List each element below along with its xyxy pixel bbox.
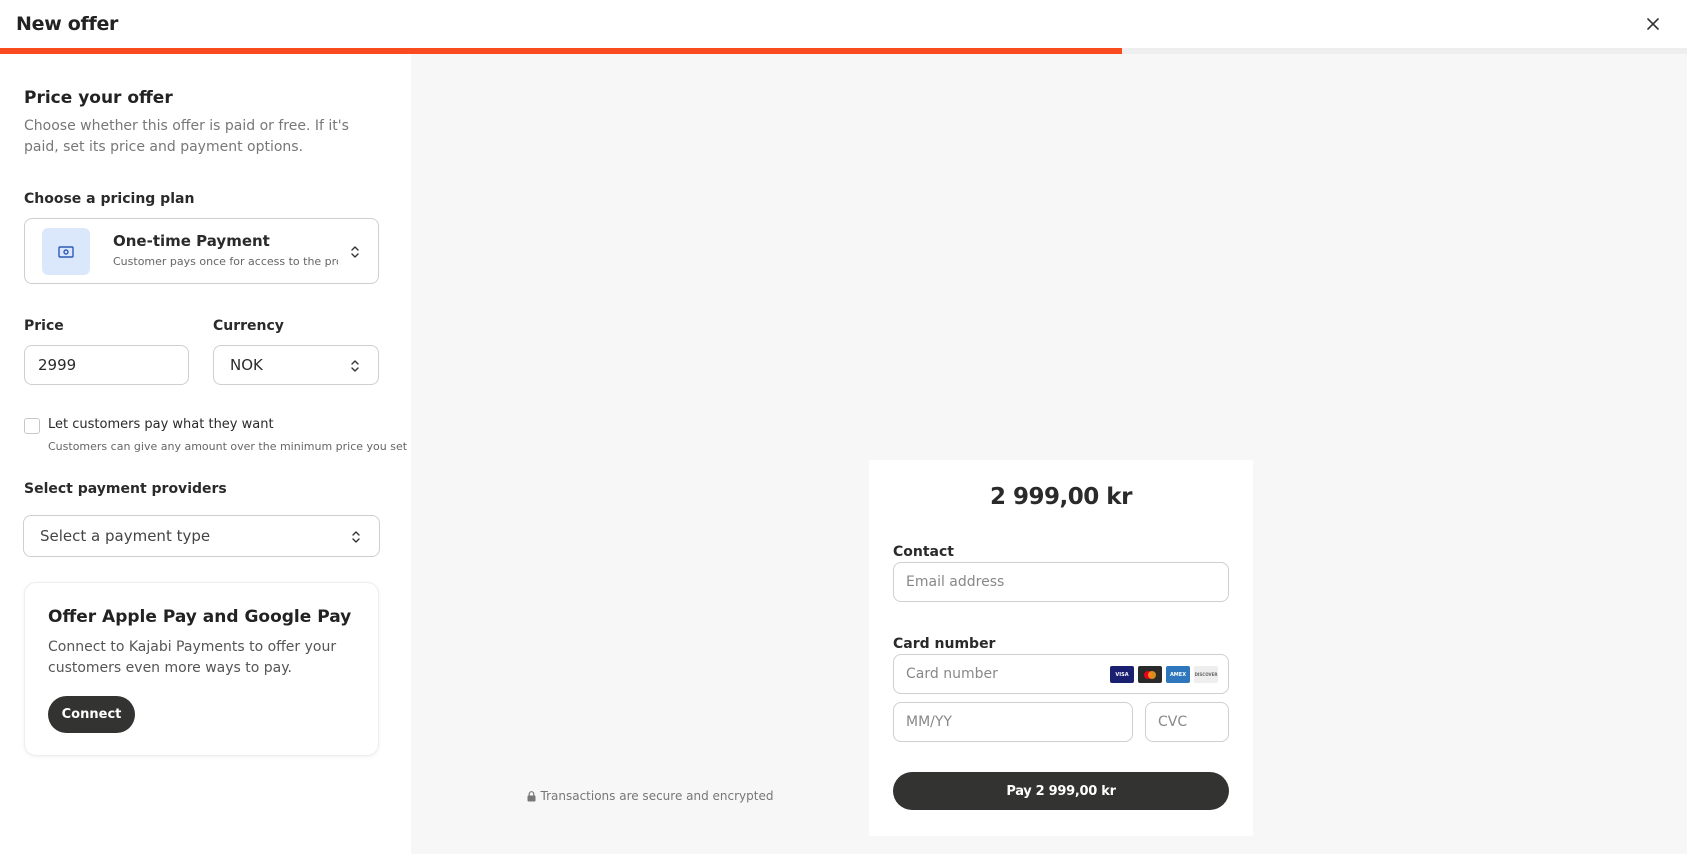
cash-icon — [58, 245, 74, 258]
plan-title: One-time Payment — [113, 232, 270, 250]
promo-card-text: Connect to Kajabi Payments to offer your… — [48, 639, 337, 676]
secure-text: Transactions are secure and encrypted — [540, 789, 774, 803]
email-field[interactable]: Email address — [893, 562, 1229, 602]
top-bar: New offer — [0, 0, 1687, 48]
card-number-label: Card number — [893, 636, 996, 652]
card-brand-icons: VISA AMEX DISCOVER — [1110, 666, 1218, 683]
currency-label: Currency — [213, 318, 284, 334]
amex-icon: AMEX — [1166, 666, 1190, 683]
close-button[interactable] — [1641, 12, 1665, 36]
pay-what-you-want-description: Customers can give any amount over the m… — [48, 440, 408, 453]
close-icon — [1647, 18, 1659, 30]
payment-type-placeholder: Select a payment type — [40, 527, 211, 545]
checkout-preview-area: 2 999,00 kr Contact Email address Card n… — [411, 54, 1687, 854]
currency-select[interactable]: NOK — [213, 345, 379, 385]
payment-type-select[interactable]: Select a payment type — [23, 515, 380, 557]
pricing-plan-select[interactable]: One-time Payment Customer pays once for … — [24, 218, 379, 284]
promo-card-title: Offer Apple Pay and Google Pay — [48, 607, 352, 627]
payment-providers-label: Select payment providers — [24, 481, 227, 497]
mastercard-icon — [1138, 666, 1162, 683]
connect-button[interactable]: Connect — [48, 696, 135, 733]
discover-icon: DISCOVER — [1194, 666, 1218, 683]
lock-icon — [527, 790, 535, 801]
pricing-plan-label: Choose a pricing plan — [24, 191, 195, 207]
offer-settings-panel: Price your offer Choose whether this off… — [0, 54, 411, 854]
price-input[interactable]: 2999 — [24, 345, 189, 385]
page-title: New offer — [16, 13, 119, 35]
chevron-up-down-icon — [351, 246, 359, 258]
chevron-up-down-icon — [351, 360, 359, 372]
visa-icon: VISA — [1110, 666, 1134, 683]
cvc-field[interactable]: CVC — [1145, 702, 1229, 742]
price-label: Price — [24, 318, 64, 334]
pay-what-you-want-checkbox[interactable] — [24, 418, 40, 434]
contact-label: Contact — [893, 544, 954, 560]
section-heading: Price your offer — [24, 88, 173, 108]
card-number-placeholder: Card number — [906, 666, 998, 682]
chevron-up-down-icon — [352, 531, 360, 543]
apple-google-pay-card: Offer Apple Pay and Google Pay Connect t… — [24, 582, 379, 756]
checkout-amount: 2 999,00 kr — [990, 484, 1132, 510]
plan-icon-container — [42, 228, 90, 275]
expiry-field[interactable]: MM/YY — [893, 702, 1133, 742]
card-number-field[interactable]: Card number VISA AMEX DISCOVER — [893, 654, 1229, 694]
section-description: Choose whether this offer is paid or fre… — [24, 118, 349, 155]
currency-value: NOK — [230, 356, 263, 374]
plan-subtitle: Customer pays once for access to the pro… — [113, 255, 338, 268]
secure-note: Transactions are secure and encrypted — [458, 789, 842, 803]
checkout-preview-card: 2 999,00 kr Contact Email address Card n… — [869, 460, 1253, 836]
pay-what-you-want-label: Let customers pay what they want — [48, 417, 274, 432]
pay-button[interactable]: Pay 2 999,00 kr — [893, 772, 1229, 810]
